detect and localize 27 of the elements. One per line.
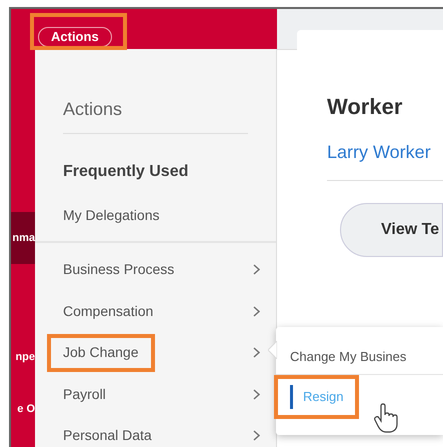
menu-item[interactable]: Job Change <box>35 332 276 374</box>
menu-item[interactable]: Business Process <box>35 249 276 290</box>
view-button[interactable]: View Te <box>340 203 443 257</box>
card-heading: Worker <box>327 93 404 121</box>
menu-item-label: Personal Data <box>63 426 152 446</box>
search-field[interactable] <box>297 30 443 50</box>
chevron-right-icon <box>253 347 260 358</box>
menu-item[interactable]: Personal Data <box>35 415 276 447</box>
section-title: Frequently Used <box>63 162 190 182</box>
chevron-right-icon <box>253 264 260 276</box>
nav-item[interactable]: nma <box>11 212 35 264</box>
chevron-right-icon <box>253 388 260 400</box>
menu-title: Actions <box>63 96 248 134</box>
nav-item[interactable]: e O <box>11 398 35 420</box>
menu-item-label: Job Change <box>63 343 139 362</box>
menu-item[interactable]: Compensation <box>35 290 276 332</box>
menu-item-label: Compensation <box>63 302 154 321</box>
nav-item[interactable]: npe <box>11 346 35 368</box>
chevron-right-icon <box>253 430 260 442</box>
actions-button[interactable]: Actions <box>38 27 112 47</box>
chevron-right-icon <box>253 306 260 317</box>
submenu-item-label: Resign <box>290 385 344 409</box>
menu-item[interactable]: My Delegations <box>63 205 248 225</box>
menu-item-label: Payroll <box>63 384 106 404</box>
worker-name-link[interactable]: Larry Worker <box>327 139 443 181</box>
menu-item-label: Business Process <box>63 260 174 280</box>
menu-item[interactable]: Payroll <box>35 374 276 415</box>
